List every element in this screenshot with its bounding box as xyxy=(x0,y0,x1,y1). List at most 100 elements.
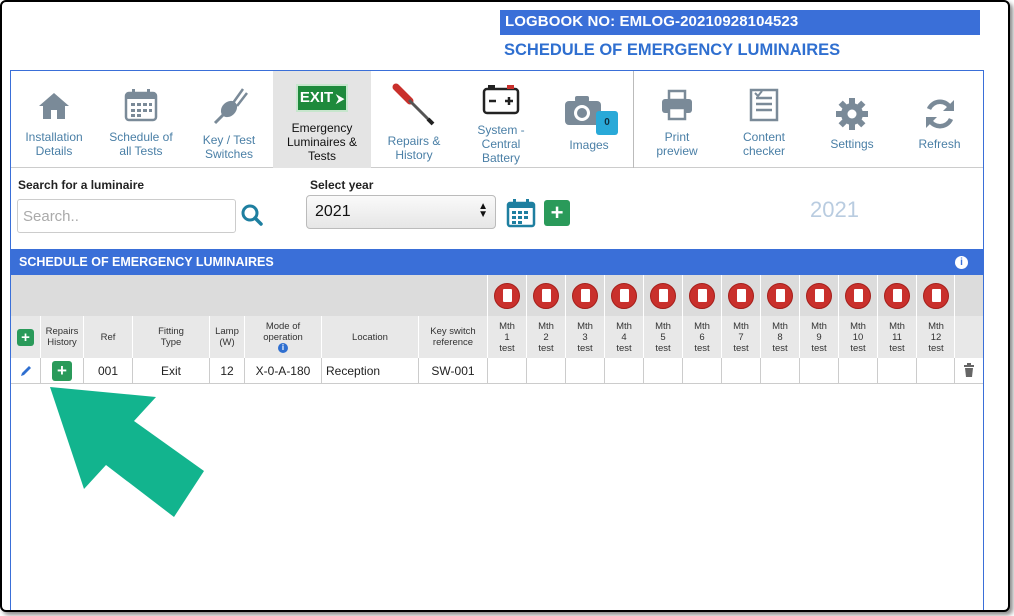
exit-sign-icon: EXIT ⮞ xyxy=(296,84,348,112)
lamp-cell: 12 xyxy=(209,358,244,384)
header-text: test xyxy=(616,342,632,354)
header-text: Mth xyxy=(928,320,944,332)
pdf-report-icon[interactable] xyxy=(533,283,559,309)
header-text: test xyxy=(889,342,905,354)
search-icon[interactable] xyxy=(240,203,264,227)
month-test-cell[interactable] xyxy=(877,358,916,384)
header-text: Mth xyxy=(889,320,905,332)
pdf-report-icon[interactable] xyxy=(884,283,910,309)
month-test-cell[interactable] xyxy=(487,358,526,384)
month-test-cell[interactable] xyxy=(916,358,955,384)
exit-sign-text: EXIT xyxy=(299,89,334,106)
month-test-cell[interactable] xyxy=(604,358,643,384)
app-window: LOGBOOK NO: EMLOG-20210928104523 SCHEDUL… xyxy=(0,0,1010,612)
header-location: Location xyxy=(321,316,418,358)
tool-settings[interactable]: Settings xyxy=(808,71,896,168)
header-text: 4 xyxy=(621,331,627,343)
tool-repairs-history[interactable]: Repairs & History xyxy=(371,71,457,168)
pdf-cell xyxy=(838,275,877,316)
pdf-report-icon[interactable] xyxy=(689,283,715,309)
tool-label: Settings xyxy=(830,137,874,151)
month-test-cell[interactable] xyxy=(760,358,799,384)
header-text: 3 xyxy=(582,331,588,343)
tool-images[interactable]: 0 Images xyxy=(545,71,633,168)
tool-key-test-switches[interactable]: Key / Test Switches xyxy=(185,71,273,168)
header-text: 12 xyxy=(930,331,942,343)
pdf-report-icon[interactable] xyxy=(728,283,754,309)
month-test-cell[interactable] xyxy=(643,358,682,384)
pdf-cell xyxy=(877,275,916,316)
header-text: Location xyxy=(352,331,388,343)
repairs-cell: + xyxy=(40,358,83,384)
fitting-cell: Exit xyxy=(132,358,209,384)
tool-schedule-all-tests[interactable]: Schedule of all Tests xyxy=(97,71,185,168)
tool-emergency-luminaires[interactable]: EXIT ⮞ Emergency Luminaires & Tests xyxy=(273,71,371,168)
month-test-cell[interactable] xyxy=(799,358,838,384)
month-test-cell[interactable] xyxy=(526,358,565,384)
pdf-report-icon[interactable] xyxy=(494,283,520,309)
tool-label: checker xyxy=(742,144,786,158)
pdf-report-icon[interactable] xyxy=(806,283,832,309)
pdf-cell xyxy=(682,275,721,316)
tool-label: History xyxy=(395,148,433,162)
year-select-value: 2021 xyxy=(315,203,351,220)
search-input[interactable] xyxy=(17,199,236,233)
header-text: 10 xyxy=(852,331,864,343)
info-icon[interactable]: i xyxy=(955,256,968,269)
pdf-report-icon[interactable] xyxy=(767,283,793,309)
pdf-report-icon[interactable] xyxy=(572,283,598,309)
pencil-icon[interactable] xyxy=(19,364,33,378)
header-text: Mode of xyxy=(265,321,301,332)
month-test-cell[interactable] xyxy=(682,358,721,384)
tool-print-preview[interactable]: Print preview xyxy=(634,71,720,168)
pdf-report-icon[interactable] xyxy=(923,283,949,309)
add-year-button[interactable]: + xyxy=(544,200,570,226)
header-text: History xyxy=(47,337,77,348)
header-text: Key switch xyxy=(430,326,476,337)
edit-cell xyxy=(11,358,40,384)
gear-icon xyxy=(836,98,868,130)
header-text: test xyxy=(733,342,749,354)
header-month: Mth 8 test xyxy=(760,316,799,358)
tool-label: System - xyxy=(477,123,525,137)
pdf-cell xyxy=(526,275,565,316)
printer-icon xyxy=(662,89,692,121)
add-luminaire-button[interactable]: + xyxy=(17,328,34,346)
header-text: 7 xyxy=(738,331,744,343)
month-test-cell[interactable] xyxy=(565,358,604,384)
header-text: 9 xyxy=(816,331,822,343)
header-month: Mth 4 test xyxy=(604,316,643,358)
header-text: test xyxy=(577,342,593,354)
ref-cell: 001 xyxy=(83,358,132,384)
main-panel: Installation Details Schedule of all Tes… xyxy=(10,70,984,610)
pdf-report-icon[interactable] xyxy=(650,283,676,309)
header-text: Mth xyxy=(811,320,827,332)
tool-refresh[interactable]: Refresh xyxy=(896,71,983,168)
pdf-report-icon[interactable] xyxy=(611,283,637,309)
mode-info-icon[interactable]: i xyxy=(278,343,288,353)
header-month: Mth 3 test xyxy=(565,316,604,358)
tool-content-checker[interactable]: Content checker xyxy=(720,71,808,168)
add-repair-button[interactable]: + xyxy=(52,361,72,381)
tool-label: Battery xyxy=(481,151,520,165)
current-year-display: 2021 xyxy=(810,197,859,222)
tool-installation-details[interactable]: Installation Details xyxy=(11,71,97,168)
pdf-cell xyxy=(760,275,799,316)
header-text: Mth xyxy=(616,320,632,332)
month-test-cell[interactable] xyxy=(838,358,877,384)
year-select[interactable]: 2021 ▲ ▼ xyxy=(306,195,496,229)
toolbar: Installation Details Schedule of all Tes… xyxy=(11,71,983,168)
month-test-cell[interactable] xyxy=(721,358,760,384)
header-month: Mth 6 test xyxy=(682,316,721,358)
header-text: test xyxy=(655,342,671,354)
annotation-arrow-icon xyxy=(50,387,204,517)
header-month: Mth 9 test xyxy=(799,316,838,358)
tool-label: Print xyxy=(664,130,690,144)
tool-label: Images xyxy=(569,138,609,152)
calendar-picker-icon[interactable] xyxy=(506,198,536,228)
tool-central-battery[interactable]: System - Central Battery xyxy=(457,71,545,168)
trash-icon[interactable] xyxy=(963,363,975,377)
header-text: 2 xyxy=(543,331,549,343)
pdf-report-icon[interactable] xyxy=(845,283,871,309)
header-text: operation xyxy=(263,332,303,343)
